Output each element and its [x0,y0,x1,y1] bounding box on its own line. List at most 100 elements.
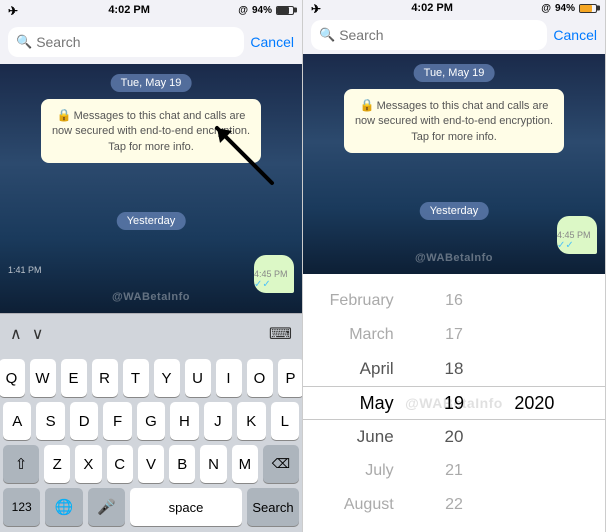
key-N[interactable]: N [200,445,226,483]
key-I[interactable]: I [216,359,242,397]
key-G[interactable]: G [137,402,165,440]
picker-month-august[interactable]: August [344,488,394,522]
kb-row-3: ⇧ Z X C V B N M ⌫ [3,445,299,483]
enc-bubble-left: 🔒Messages to this chat and calls are now… [41,99,261,163]
key-Z[interactable]: Z [44,445,70,483]
key-Q[interactable]: Q [0,359,25,397]
keyboard-toolbar-left: ∧ ∨ ⌨ [0,313,302,353]
date-picker[interactable]: @WABetaInfo February March April May Jun… [303,274,605,532]
picker-month-march[interactable]: March [349,318,393,352]
picker-day-col[interactable]: 16 17 18 19 20 21 22 [404,284,505,522]
picker-month-april[interactable]: April [360,352,394,386]
search-glass-icon-right: 🔍 [319,27,335,43]
key-M[interactable]: M [232,445,258,483]
battery-icon-left: @ [238,5,248,16]
status-right-right: @ 94% [541,3,597,14]
key-P[interactable]: P [278,359,304,397]
key-H[interactable]: H [170,402,198,440]
picker-year-col[interactable]: 2020 [504,284,605,522]
left-panel: ✈ 4:02 PM @ 94% 🔍 Cancel Tue, May 19 🔒Me… [0,0,303,532]
kb-row-1: Q W E R T Y U I O P [3,359,299,397]
key-T[interactable]: T [123,359,149,397]
status-bar-left: ✈ 4:02 PM @ 94% [0,0,302,20]
key-R[interactable]: R [92,359,118,397]
search-input-wrap-left[interactable]: 🔍 [8,27,244,57]
kb-row-2: A S D F G H J K L [3,402,299,440]
search-input-right[interactable] [339,27,539,43]
chevron-up-btn[interactable]: ∧ [10,324,22,344]
search-input-wrap-right[interactable]: 🔍 [311,20,547,50]
key-W[interactable]: W [30,359,56,397]
status-bar-right: ✈ 4:02 PM @ 94% [303,0,605,17]
key-space[interactable]: space [130,488,242,526]
cancel-button-left[interactable]: Cancel [250,34,294,50]
date-badge-left: Tue, May 19 [111,74,192,92]
kb-bottom-row: 123 🌐 🎤 space Search [3,488,299,526]
battery-pct-left: 94% [252,5,272,16]
picker-day-18[interactable]: 18 [445,352,464,386]
key-delete[interactable]: ⌫ [263,445,299,483]
key-mic[interactable]: 🎤 [88,488,125,526]
key-A[interactable]: A [3,402,31,440]
key-shift[interactable]: ⇧ [3,445,39,483]
airplane-icon-right: ✈ [311,2,323,14]
key-B[interactable]: B [169,445,195,483]
keyboard-icon-wrap: ⌨ [269,324,292,344]
chat-area-left: Tue, May 19 🔒Messages to this chat and c… [0,64,302,313]
out-bubble-left: 4:45 PM ✓✓ [254,255,294,293]
picker-month-july[interactable]: July [365,454,393,488]
key-C[interactable]: C [107,445,133,483]
picker-year-2020[interactable]: 2020 [514,386,554,420]
search-glass-icon-left: 🔍 [16,34,32,50]
picker-day-19[interactable]: 19 [444,386,464,420]
time-label-left: 1:41 PM [8,265,42,275]
key-F[interactable]: F [103,402,131,440]
key-K[interactable]: K [237,402,265,440]
key-V[interactable]: V [138,445,164,483]
picker-day-17[interactable]: 17 [445,318,463,352]
picker-month-february[interactable]: February [330,284,394,318]
key-search[interactable]: Search [247,488,299,526]
key-J[interactable]: J [204,402,232,440]
key-Y[interactable]: Y [154,359,180,397]
cancel-button-right[interactable]: Cancel [553,27,597,43]
status-left-right: ✈ [311,2,323,14]
enc-bubble-right: 🔒Messages to this chat and calls are now… [344,89,564,153]
key-L[interactable]: L [271,402,299,440]
chevron-down-btn[interactable]: ∨ [32,324,44,344]
key-D[interactable]: D [70,402,98,440]
key-globe[interactable]: 🌐 [45,488,82,526]
picker-day-16[interactable]: 16 [445,284,463,318]
out-bubble-time-right: 4:45 PM ✓✓ [557,230,592,251]
airplane-icon: ✈ [8,4,20,16]
chat-area-right: Tue, May 19 🔒Messages to this chat and c… [303,54,605,274]
status-time-left: 4:02 PM [108,4,150,16]
picker-day-20[interactable]: 20 [445,420,464,454]
picker-month-may[interactable]: May [360,386,394,420]
key-U[interactable]: U [185,359,211,397]
battery-pct-right: 94% [555,3,575,14]
watermark-left: @WABetaInfo [112,291,190,303]
picker-day-22[interactable]: 22 [445,488,463,522]
key-E[interactable]: E [61,359,87,397]
keyboard-icon[interactable]: ⌨ [269,324,292,344]
picker-day-21[interactable]: 21 [445,454,463,488]
key-O[interactable]: O [247,359,273,397]
yesterday-badge-right: Yesterday [420,202,489,220]
status-time-right: 4:02 PM [411,2,453,14]
out-bubble-right: 4:45 PM ✓✓ [557,216,597,254]
date-badge-right: Tue, May 19 [414,64,495,82]
lock-icon-left: 🔒 [57,108,72,122]
ticks-left: ✓✓ [254,279,271,290]
key-numbers[interactable]: 123 [3,488,40,526]
picker-month-june[interactable]: June [357,420,394,454]
search-bar-left: 🔍 Cancel [0,20,302,64]
search-input-left[interactable] [36,34,236,50]
key-X[interactable]: X [75,445,101,483]
picker-columns: February March April May June July Augus… [303,284,605,522]
picker-month-col[interactable]: February March April May June July Augus… [303,284,404,522]
battery-bar-right [579,4,597,13]
yesterday-badge-left: Yesterday [117,212,186,230]
lock-icon-right: 🔒 [360,98,375,112]
key-S[interactable]: S [36,402,64,440]
